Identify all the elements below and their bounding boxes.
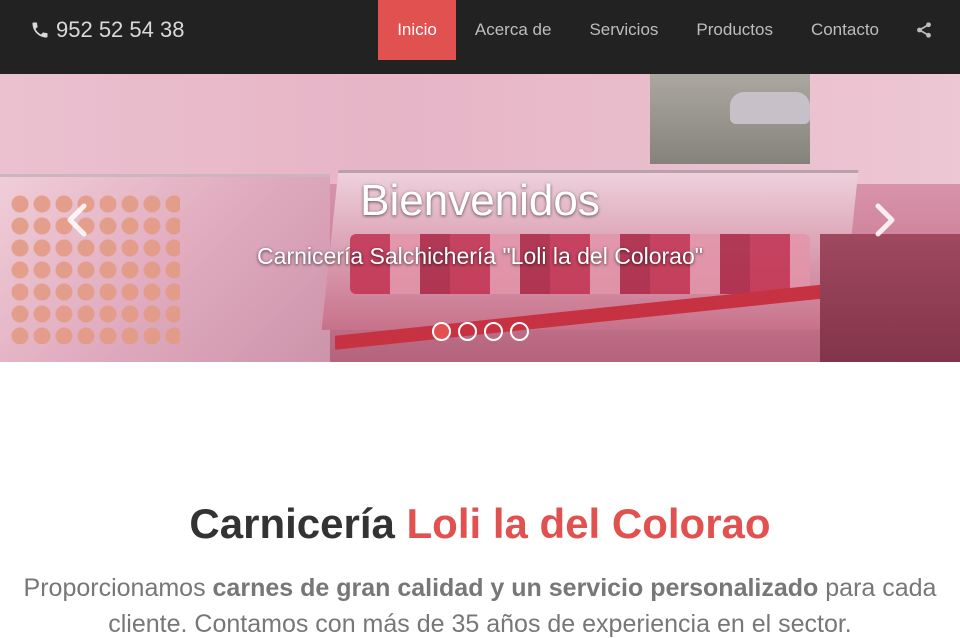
nav-item-label: Servicios	[589, 20, 659, 39]
phone-icon	[32, 22, 48, 38]
carousel-next-button[interactable]	[870, 200, 900, 240]
phone-number[interactable]: 952 52 54 38	[30, 16, 184, 44]
carousel-prev-button[interactable]	[62, 200, 92, 240]
nav-item-label: Acerca de	[474, 20, 552, 39]
navbar: 952 52 54 38 Inicio Acerca de Servicios …	[0, 0, 960, 74]
carousel-indicator-1[interactable]	[431, 322, 451, 341]
intro-paragraph: Proporcionamos carnes de gran calidad y …	[20, 570, 940, 638]
nav-item-inicio[interactable]: Inicio	[378, 0, 456, 60]
nav-item-label: Productos	[696, 20, 773, 39]
main-nav: Inicio Acerca de Servicios Productos Con…	[378, 0, 960, 60]
share-icon	[917, 22, 931, 38]
nav-item-label: Contacto	[810, 20, 879, 39]
carousel-indicators	[0, 322, 960, 341]
carousel-indicator-3[interactable]	[483, 322, 503, 341]
share-button[interactable]	[898, 0, 960, 60]
nav-item-acerca-de[interactable]: Acerca de	[456, 0, 571, 60]
intro-title: Carnicería Loli la del Colorao	[0, 500, 960, 548]
carousel-indicator-4[interactable]	[509, 322, 529, 341]
carousel-indicator-2[interactable]	[457, 322, 477, 341]
phone-number-text: 952 52 54 38	[56, 17, 185, 42]
hero-subtitle: Carnicería Salchichería "Loli la del Col…	[257, 243, 703, 269]
nav-item-productos[interactable]: Productos	[677, 0, 792, 60]
intro-title-prefix: Carnicería	[189, 500, 407, 547]
nav-item-contacto[interactable]: Contacto	[792, 0, 898, 60]
intro-text-part1: Proporcionamos	[23, 574, 213, 602]
hero-title: Bienvenidos	[360, 176, 600, 225]
intro-text-bold: carnes de gran calidad y un servicio per…	[212, 574, 819, 602]
chevron-left-icon	[67, 203, 87, 237]
nav-item-label: Inicio	[397, 20, 437, 39]
nav-item-servicios[interactable]: Servicios	[570, 0, 677, 60]
chevron-right-icon	[875, 203, 895, 237]
intro-title-accent: Loli la del Colorao	[406, 500, 771, 547]
